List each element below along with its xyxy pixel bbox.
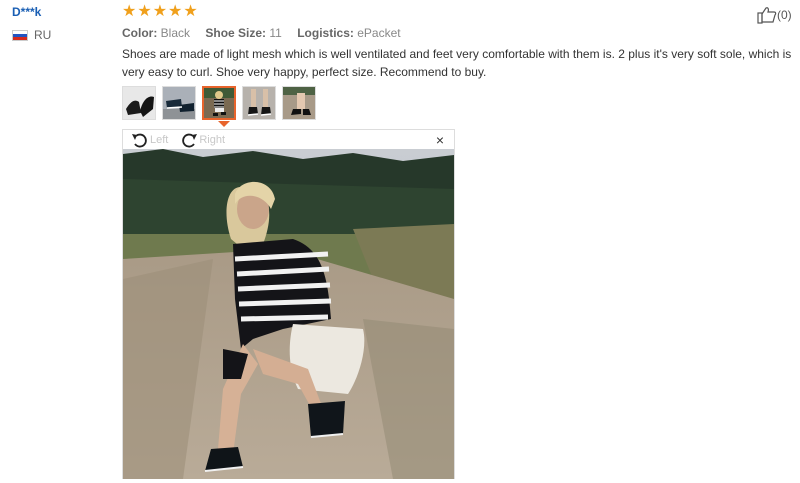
review-photo — [123, 149, 454, 479]
size-label: Shoe Size: — [205, 26, 267, 40]
viewer-toolbar: Left Right — [123, 130, 454, 150]
helpful-count: (0) — [777, 8, 792, 22]
country-code: RU — [34, 28, 52, 42]
rotate-left-label: Left — [150, 134, 169, 146]
order-attributes: Color: Black Shoe Size: 11 Logistics: eP… — [122, 26, 413, 40]
star-icon: ★ — [168, 3, 183, 20]
review-thumbnail[interactable] — [162, 86, 196, 120]
review-thumbnail-active[interactable] — [202, 86, 236, 120]
rotate-right-button[interactable]: Right — [180, 132, 225, 148]
color-label: Color: — [122, 26, 158, 40]
review-text: Shoes are made of light mesh which is we… — [122, 47, 792, 79]
reviewer-name: D***k — [12, 5, 42, 19]
review-thumbnail[interactable] — [282, 86, 316, 120]
helpful-button[interactable]: (0) — [757, 6, 792, 24]
logistics-value: ePacket — [357, 26, 401, 40]
color-value: Black — [160, 26, 191, 40]
image-viewer: Left Right × — [122, 129, 455, 479]
close-icon[interactable]: × — [436, 132, 444, 148]
rotate-left-icon — [132, 133, 147, 148]
active-thumbnail-indicator — [218, 121, 230, 127]
logistics-label: Logistics: — [297, 26, 354, 40]
star-icon: ★ — [122, 3, 137, 20]
review-thumbnail[interactable] — [122, 86, 156, 120]
reviewer-country: RU — [12, 28, 51, 42]
size-value: 11 — [269, 26, 282, 40]
review-thumbnail[interactable] — [242, 86, 276, 120]
reviewer-info: D***k RU — [12, 5, 51, 42]
star-icon: ★ — [183, 3, 198, 20]
review-thumbnails — [122, 86, 316, 120]
russia-flag-icon — [12, 29, 28, 41]
rotate-right-icon — [182, 133, 198, 148]
star-icon: ★ — [152, 3, 168, 20]
rotate-left-button[interactable]: Left — [131, 132, 168, 148]
thumbs-up-icon — [757, 7, 777, 24]
star-icon: ★ — [137, 3, 152, 20]
rotate-right-label: Right — [199, 134, 226, 146]
star-rating: ★ ★ ★ ★ ★ — [122, 4, 198, 20]
